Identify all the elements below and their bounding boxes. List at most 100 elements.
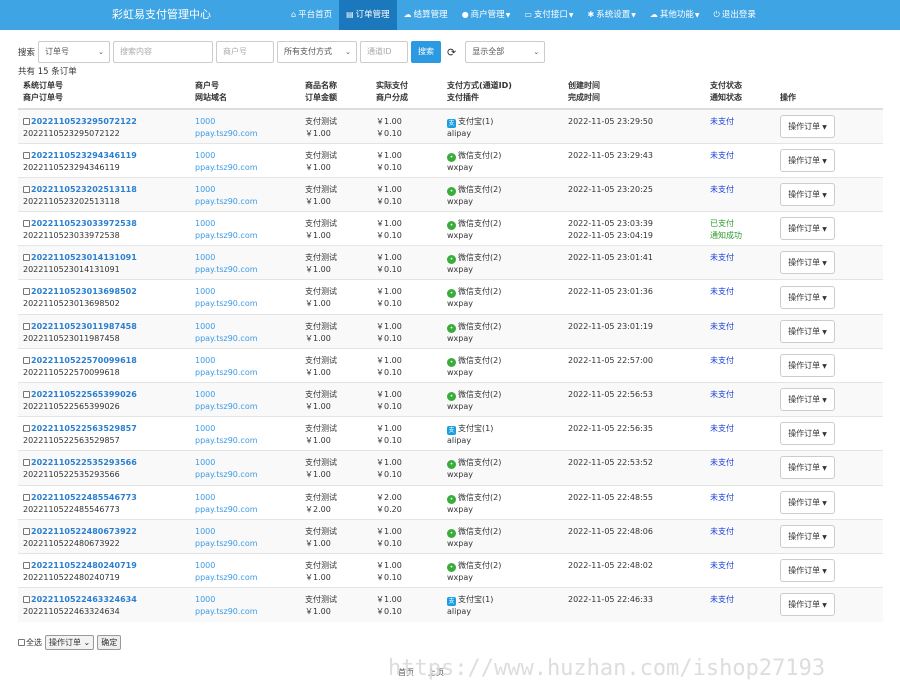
search-field-select[interactable]: 订单号 ⌄ bbox=[38, 41, 111, 63]
trade-no-link[interactable]: 2022110522563529857 bbox=[31, 424, 137, 433]
domain-link[interactable]: ppay.tsz90.com bbox=[195, 196, 295, 208]
merchant-id-link[interactable]: 1000 bbox=[195, 116, 295, 128]
nav-item-3[interactable]: ● 商户管理▼ bbox=[455, 0, 518, 30]
merchant-id-link[interactable]: 1000 bbox=[195, 389, 295, 401]
search-button[interactable]: 搜索 bbox=[411, 41, 442, 63]
merchant-id-link[interactable]: 1000 bbox=[195, 457, 295, 469]
domain-link[interactable]: ppay.tsz90.com bbox=[195, 572, 295, 584]
create-time: 2022-11-05 23:01:19 bbox=[568, 321, 653, 331]
merchant-id-link[interactable]: 1000 bbox=[195, 594, 295, 606]
operate-order-button[interactable]: 操作订单 ▼ bbox=[780, 490, 835, 514]
row-checkbox[interactable] bbox=[23, 459, 30, 467]
domain-link[interactable]: ppay.tsz90.com bbox=[195, 128, 295, 140]
confirm-button[interactable]: 确定 bbox=[97, 634, 122, 650]
trade-no-link[interactable]: 2022110523202513118 bbox=[31, 185, 137, 194]
operate-order-button[interactable]: 操作订单 ▼ bbox=[780, 182, 835, 206]
domain-link[interactable]: ppay.tsz90.com bbox=[195, 298, 295, 310]
nav-item-2[interactable]: ☁ 结算管理 bbox=[397, 0, 455, 30]
nav-item-1[interactable]: ▤ 订单管理 bbox=[339, 0, 397, 30]
row-checkbox[interactable] bbox=[23, 561, 30, 569]
row-checkbox[interactable] bbox=[23, 151, 30, 159]
merchant-id-link[interactable]: 1000 bbox=[195, 492, 295, 504]
merchant-share: ￥0.10 bbox=[376, 538, 402, 548]
trade-no-link[interactable]: 2022110523013698502 bbox=[31, 287, 137, 296]
domain-link[interactable]: ppay.tsz90.com bbox=[195, 538, 295, 550]
merchant-id-link[interactable]: 1000 bbox=[195, 355, 295, 367]
merchant-id-link[interactable]: 1000 bbox=[195, 423, 295, 435]
trade-no-link[interactable]: 2022110522570099618 bbox=[31, 356, 137, 365]
row-checkbox[interactable] bbox=[23, 254, 30, 262]
row-checkbox[interactable] bbox=[23, 425, 30, 433]
merchant-id-link[interactable]: 1000 bbox=[195, 560, 295, 572]
row-checkbox[interactable] bbox=[23, 288, 30, 296]
trade-no-link[interactable]: 2022110522485546773 bbox=[31, 493, 137, 502]
create-time: 2022-11-05 23:20:25 bbox=[568, 184, 653, 194]
operate-order-button[interactable]: 操作订单 ▼ bbox=[780, 388, 835, 412]
merchant-id-link[interactable]: 1000 bbox=[195, 252, 295, 264]
nav-item-5[interactable]: ✱ 系统设置▼ bbox=[581, 0, 643, 30]
merchant-id-link[interactable]: 1000 bbox=[195, 321, 295, 333]
domain-link[interactable]: ppay.tsz90.com bbox=[195, 504, 295, 516]
domain-link[interactable]: ppay.tsz90.com bbox=[195, 367, 295, 379]
merchant-id-link[interactable]: 1000 bbox=[195, 184, 295, 196]
domain-link[interactable]: ppay.tsz90.com bbox=[195, 333, 295, 345]
operate-order-button[interactable]: 操作订单 ▼ bbox=[780, 217, 835, 241]
nav-item-0[interactable]: ⌂ 平台首页 bbox=[284, 0, 339, 30]
operate-order-button[interactable]: 操作订单 ▼ bbox=[780, 422, 835, 446]
row-checkbox[interactable] bbox=[23, 527, 30, 535]
trade-no-link[interactable]: 2022110523295072122 bbox=[31, 117, 137, 126]
domain-link[interactable]: ppay.tsz90.com bbox=[195, 230, 295, 242]
operate-order-button[interactable]: 操作订单 ▼ bbox=[780, 524, 835, 548]
domain-link[interactable]: ppay.tsz90.com bbox=[195, 435, 295, 447]
domain-link[interactable]: ppay.tsz90.com bbox=[195, 264, 295, 276]
row-checkbox[interactable] bbox=[23, 596, 30, 604]
trade-no-link[interactable]: 2022110522565399026 bbox=[31, 390, 137, 399]
domain-link[interactable]: ppay.tsz90.com bbox=[195, 162, 295, 174]
operate-order-button[interactable]: 操作订单 ▼ bbox=[780, 319, 835, 343]
pay-type-select[interactable]: 所有支付方式 ⌄ bbox=[277, 41, 358, 63]
nav-item-6[interactable]: ☁ 其他功能▼ bbox=[643, 0, 707, 30]
row-checkbox[interactable] bbox=[23, 391, 30, 398]
domain-link[interactable]: ppay.tsz90.com bbox=[195, 401, 295, 413]
nav-item-7[interactable]: ⏻ 退出登录 bbox=[707, 0, 763, 30]
caret-down-icon: ▼ bbox=[822, 568, 827, 576]
trade-no-link[interactable]: 2022110522480673922 bbox=[31, 527, 137, 536]
merchant-id-link[interactable]: 1000 bbox=[195, 526, 295, 538]
row-checkbox[interactable] bbox=[23, 493, 30, 501]
operate-order-button[interactable]: 操作订单 ▼ bbox=[780, 251, 835, 275]
merchant-id-link[interactable]: 1000 bbox=[195, 286, 295, 298]
operate-order-button[interactable]: 操作订单 ▼ bbox=[780, 148, 835, 172]
keyword-input[interactable]: 搜索内容 bbox=[113, 41, 214, 63]
channel-id-input[interactable]: 通道ID bbox=[360, 41, 409, 63]
row-checkbox[interactable] bbox=[23, 220, 30, 228]
pay-type: 微信支付(2) bbox=[458, 458, 502, 468]
trade-no-link[interactable]: 2022110523033972538 bbox=[31, 219, 137, 228]
row-checkbox[interactable] bbox=[23, 118, 30, 125]
display-filter-select[interactable]: 显示全部 ⌄ bbox=[465, 41, 546, 63]
merchant-id-link[interactable]: 1000 bbox=[195, 150, 295, 162]
trade-no-link[interactable]: 2022110522463324634 bbox=[31, 595, 137, 604]
row-checkbox[interactable] bbox=[23, 356, 30, 364]
merchant-id-link[interactable]: 1000 bbox=[195, 218, 295, 230]
domain-link[interactable]: ppay.tsz90.com bbox=[195, 606, 295, 618]
select-all-checkbox[interactable] bbox=[18, 638, 25, 646]
row-checkbox[interactable] bbox=[23, 322, 30, 330]
row-checkbox[interactable] bbox=[23, 185, 30, 193]
trade-no-link[interactable]: 2022110522480240719 bbox=[31, 561, 137, 570]
trade-no-link[interactable]: 2022110523011987458 bbox=[31, 322, 137, 331]
refresh-icon[interactable]: ⟳ bbox=[447, 46, 456, 59]
domain-link[interactable]: ppay.tsz90.com bbox=[195, 469, 295, 481]
nav-item-4[interactable]: ▭ 支付接口▼ bbox=[517, 0, 580, 30]
operate-order-button[interactable]: 操作订单 ▼ bbox=[780, 559, 835, 583]
trade-no-link[interactable]: 2022110523014131091 bbox=[31, 253, 137, 262]
trade-no-link[interactable]: 2022110522535293566 bbox=[31, 458, 137, 467]
operate-order-button[interactable]: 操作订单 ▼ bbox=[780, 285, 835, 309]
batch-action-select[interactable]: 操作订单 ⌄ bbox=[45, 634, 95, 650]
merchant-id-input[interactable]: 商户号 bbox=[216, 41, 275, 63]
operate-order-button[interactable]: 操作订单 ▼ bbox=[780, 353, 835, 377]
operate-order-button[interactable]: 操作订单 ▼ bbox=[780, 114, 835, 138]
operate-order-button[interactable]: 操作订单 ▼ bbox=[780, 593, 835, 617]
app-title[interactable]: 彩虹易支付管理中心 bbox=[112, 0, 211, 30]
trade-no-link[interactable]: 2022110523294346119 bbox=[31, 151, 137, 160]
operate-order-button[interactable]: 操作订单 ▼ bbox=[780, 456, 835, 480]
